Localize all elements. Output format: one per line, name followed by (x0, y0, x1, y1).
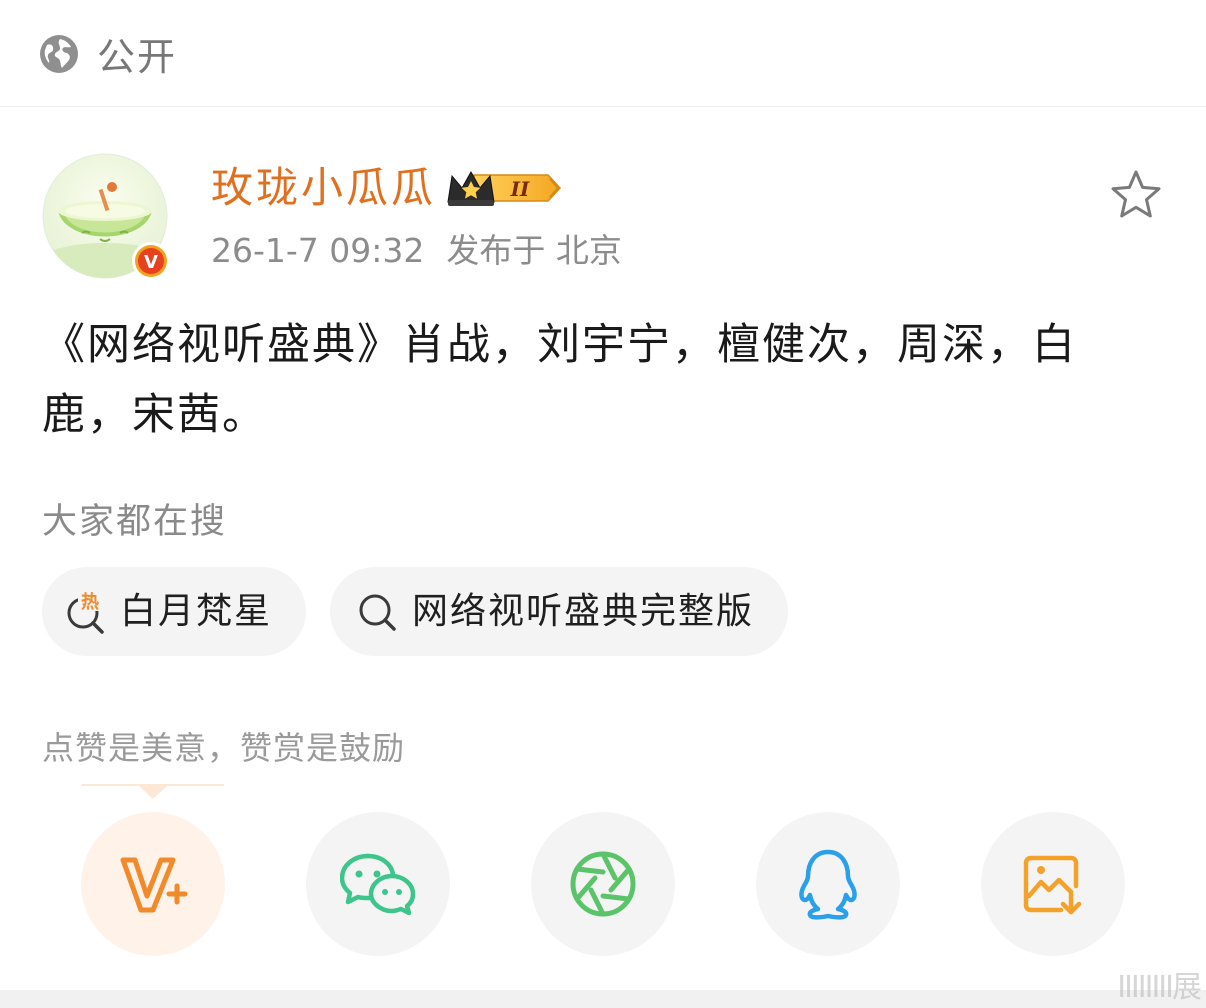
verified-badge-icon: V (132, 242, 170, 280)
moments-share-button[interactable] (531, 812, 675, 956)
trending-chip-label: 白月梵星 (120, 590, 273, 632)
moments-icon (570, 851, 636, 917)
reward-hint: 点赞是美意，赞赏是鼓励 (42, 729, 406, 767)
author-name[interactable]: 玫珑小瓜瓜 (211, 160, 436, 216)
trending-chip-1[interactable]: 热 白月梵星 (42, 567, 306, 656)
vip-crown-badge[interactable]: II (444, 164, 564, 212)
star-outline-icon[interactable] (1108, 168, 1164, 224)
post-meta: 26-1-7 09:32 发布于 北京 (211, 228, 622, 274)
trending-title: 大家都在搜 (42, 502, 228, 542)
post-detail-page: 公开 V 玫珑小瓜瓜 II 26-1-7 09:32 发布于 北京 《网络视听盛… (0, 0, 1206, 1008)
reward-button[interactable] (81, 812, 225, 956)
post-location: 发布于 北京 (446, 231, 622, 270)
watermark: IIIIIIII展 (1117, 970, 1202, 1005)
globe-icon (40, 35, 78, 73)
post-content: 《网络视听盛典》肖战，刘宇宁，檀健次，周深，白鹿，宋茜。 (42, 320, 1077, 440)
svg-text:热: 热 (81, 591, 99, 613)
qq-icon (799, 849, 857, 920)
visibility-bar: 公开 (0, 0, 1206, 107)
qq-share-button[interactable] (756, 812, 900, 956)
svg-text:II: II (510, 177, 530, 201)
hot-search-icon: 热 (67, 590, 104, 634)
save-image-button[interactable] (981, 812, 1125, 956)
visibility-label[interactable]: 公开 (97, 33, 177, 81)
trending-chip-label: 网络视听盛典完整版 (412, 590, 755, 632)
svg-text:V: V (144, 252, 158, 273)
wechat-icon (340, 853, 416, 916)
bottom-strip (0, 990, 1206, 1008)
tooltip-pointer-notch (139, 786, 167, 799)
post-timestamp: 26-1-7 09:32 (211, 231, 425, 270)
save-image-icon (1023, 855, 1082, 915)
trending-chip-2[interactable]: 网络视听盛典完整版 (330, 567, 788, 656)
wechat-share-button[interactable] (306, 812, 450, 956)
search-icon (359, 594, 396, 631)
v-plus-icon (120, 857, 188, 913)
